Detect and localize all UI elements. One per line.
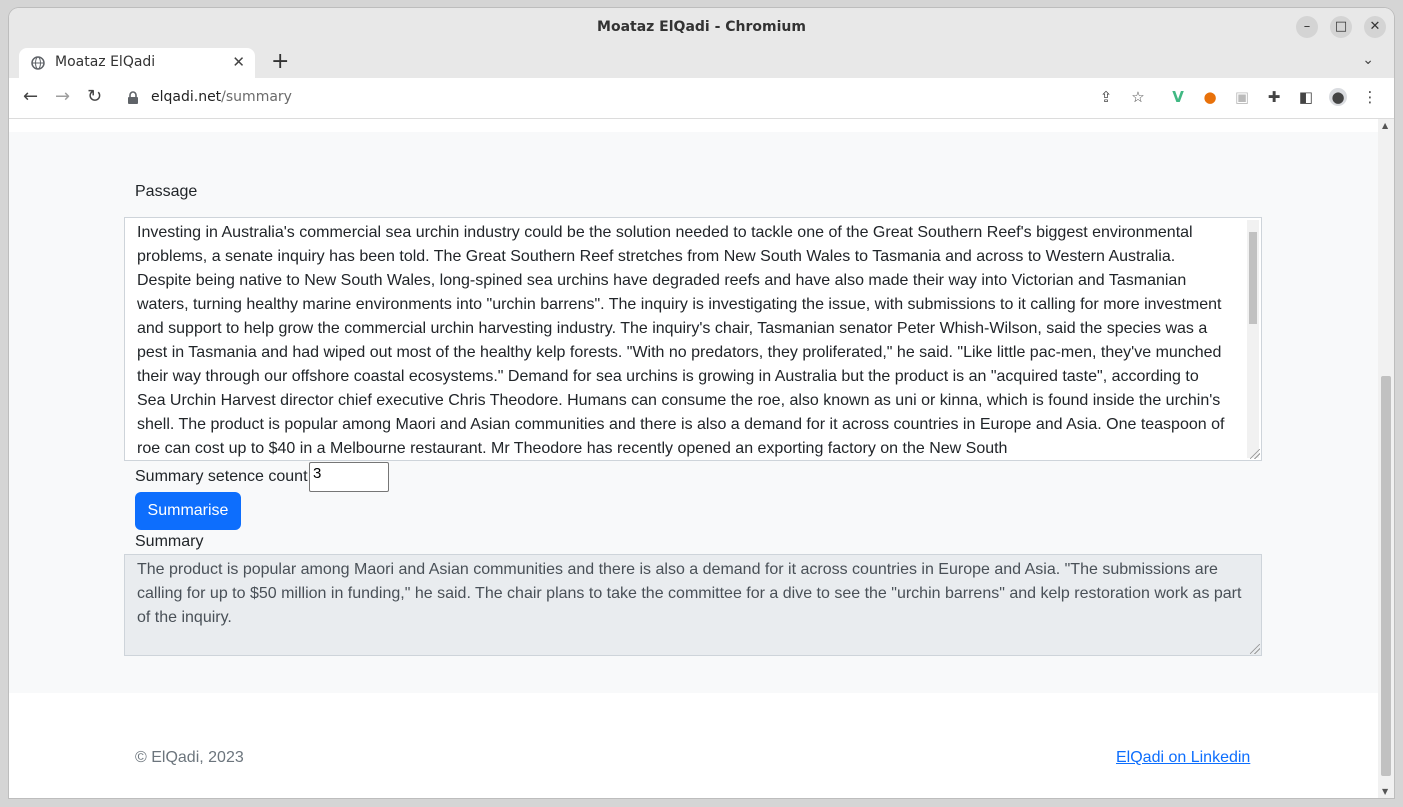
passage-text: Investing in Australia's commercial sea … [137, 224, 1225, 457]
passage-label: Passage [135, 183, 198, 200]
menu-icon[interactable]: ⋮ [1361, 88, 1379, 106]
lock-icon [128, 91, 138, 104]
maximize-button[interactable]: □ [1330, 16, 1352, 38]
scroll-down-arrow-icon[interactable]: ▼ [1382, 787, 1388, 796]
tab-label: Moataz ElQadi [55, 54, 156, 70]
extension-icon[interactable]: ▣ [1233, 88, 1251, 106]
browser-window: Moataz ElQadi - Chromium – □ ✕ Moataz El… [9, 8, 1394, 798]
close-window-button[interactable]: ✕ [1364, 16, 1386, 38]
url-path: /summary [221, 89, 292, 105]
title-bar: Moataz ElQadi - Chromium – □ ✕ [9, 8, 1394, 46]
puzzle-icon[interactable]: ✚ [1265, 88, 1283, 106]
star-icon[interactable]: ☆ [1129, 88, 1147, 106]
page-viewport: Passage Investing in Australia's commerc… [9, 119, 1378, 798]
footer-copyright: © ElQadi, 2023 [135, 749, 244, 766]
passage-scroll-thumb[interactable] [1249, 232, 1257, 324]
tab-strip: Moataz ElQadi ✕ + ⌄ [9, 46, 1394, 78]
sidepanel-icon[interactable]: ◧ [1297, 88, 1315, 106]
browser-toolbar: ← → ↻ elqadi.net/summary ⇪ ☆ V ● ▣ ✚ ◧ ●… [9, 78, 1394, 119]
vue-extension-icon[interactable]: V [1169, 88, 1187, 106]
summary-textarea: The product is popular among Maori and A… [124, 554, 1262, 656]
url-text: elqadi.net/summary [151, 89, 292, 105]
back-button[interactable]: ← [23, 86, 38, 107]
sentence-count-input[interactable]: 3 [309, 462, 389, 492]
forward-button[interactable]: → [55, 86, 70, 107]
page-scroll-thumb[interactable] [1381, 376, 1391, 776]
page-scrollbar[interactable]: ▲ ▼ [1378, 119, 1394, 798]
resize-handle-icon[interactable] [1250, 449, 1260, 459]
share-icon[interactable]: ⇪ [1097, 88, 1115, 106]
new-tab-button[interactable]: + [271, 49, 289, 74]
linkedin-link[interactable]: ElQadi on Linkedin [1116, 749, 1250, 767]
passage-textarea[interactable]: Investing in Australia's commercial sea … [124, 217, 1262, 461]
summary-text: The product is popular among Maori and A… [137, 561, 1242, 626]
reload-button[interactable]: ↻ [87, 86, 102, 107]
minimize-button[interactable]: – [1296, 16, 1318, 38]
main-section: Passage Investing in Australia's commerc… [9, 132, 1378, 693]
extension-icon[interactable]: ● [1201, 88, 1219, 106]
url-host: elqadi.net [151, 89, 222, 105]
summarise-button[interactable]: Summarise [135, 492, 241, 530]
count-label: Summary setence count [135, 468, 308, 485]
tab-moataz-elqadi[interactable]: Moataz ElQadi ✕ [19, 48, 255, 78]
scroll-up-arrow-icon[interactable]: ▲ [1382, 121, 1388, 130]
address-bar[interactable]: elqadi.net/summary [119, 83, 1129, 113]
tab-close-icon[interactable]: ✕ [232, 53, 245, 71]
tab-search-chevron-icon[interactable]: ⌄ [1362, 52, 1374, 68]
profile-icon[interactable]: ● [1329, 88, 1347, 106]
summary-label: Summary [135, 533, 204, 550]
globe-icon [31, 56, 45, 70]
window-title: Moataz ElQadi - Chromium [597, 19, 806, 35]
passage-scrollbar[interactable] [1247, 220, 1259, 458]
resize-handle-icon[interactable] [1250, 644, 1260, 654]
